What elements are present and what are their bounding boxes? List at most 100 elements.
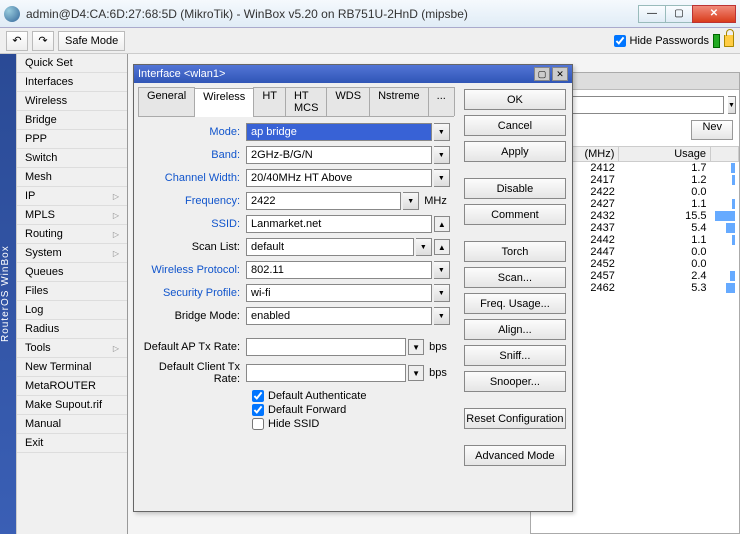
sidebar-item-tools[interactable]: Tools▷	[17, 339, 127, 358]
sidebar-item-quick-set[interactable]: Quick Set	[17, 54, 127, 73]
toolbar: ↶ ↷ Safe Mode Hide Passwords	[0, 28, 740, 54]
sidebar-menu: Quick SetInterfacesWirelessBridgePPPSwit…	[16, 54, 127, 534]
mode-input[interactable]	[246, 123, 432, 141]
chwidth-dropdown[interactable]: ▼	[434, 169, 450, 187]
wireless-form: Mode: ▼ Band: ▼ Channel Width: ▼ Frequen…	[138, 117, 454, 436]
mode-dropdown[interactable]: ▼	[434, 123, 450, 141]
hide-passwords-checkbox[interactable]	[614, 35, 626, 47]
reset-config-button[interactable]: Reset Configuration	[464, 408, 566, 429]
maximize-button[interactable]: ▢	[665, 5, 693, 23]
sidebar-item-log[interactable]: Log	[17, 301, 127, 320]
redo-button[interactable]: ↷	[32, 31, 54, 51]
band-label: Band:	[142, 149, 246, 161]
cancel-button[interactable]: Cancel	[464, 115, 566, 136]
sniff-button[interactable]: Sniff...	[464, 345, 566, 366]
sidebar-item-make-supout-rif[interactable]: Make Supout.rif	[17, 396, 127, 415]
aptx-label: Default AP Tx Rate:	[142, 341, 246, 353]
sidebar-item-new-terminal[interactable]: New Terminal	[17, 358, 127, 377]
submenu-arrow-icon: ▷	[113, 192, 119, 201]
snooper-button[interactable]: Snooper...	[464, 371, 566, 392]
sidebar-item-files[interactable]: Files	[17, 282, 127, 301]
sidebar-item-exit[interactable]: Exit	[17, 434, 127, 453]
band-input[interactable]	[246, 146, 432, 164]
dialog-tabs: GeneralWirelessHTHT MCSWDSNstreme...	[138, 87, 454, 117]
bridgemode-label: Bridge Mode:	[142, 310, 246, 322]
tab--[interactable]: ...	[428, 87, 455, 116]
tab-wds[interactable]: WDS	[326, 87, 370, 116]
freq-usage-button[interactable]: Freq. Usage...	[464, 293, 566, 314]
tab-nstreme[interactable]: Nstreme	[369, 87, 429, 116]
col-usage[interactable]: Usage	[619, 147, 711, 162]
sidebar-item-mesh[interactable]: Mesh	[17, 168, 127, 187]
sidebar-item-radius[interactable]: Radius	[17, 320, 127, 339]
ssid-collapse-button[interactable]: ▲	[434, 216, 450, 232]
safe-mode-button[interactable]: Safe Mode	[58, 31, 125, 51]
sidebar-item-ppp[interactable]: PPP	[17, 130, 127, 149]
hide-passwords-toggle[interactable]: Hide Passwords	[614, 35, 709, 47]
secprof-input[interactable]	[246, 284, 432, 302]
default-forward-check[interactable]: Default Forward	[252, 404, 450, 416]
ok-button[interactable]: OK	[464, 89, 566, 110]
close-button[interactable]: ✕	[692, 5, 736, 23]
tab-wireless[interactable]: Wireless	[194, 88, 254, 117]
tab-ht[interactable]: HT	[253, 87, 286, 116]
submenu-arrow-icon: ▷	[113, 211, 119, 220]
tab-ht-mcs[interactable]: HT MCS	[285, 87, 327, 116]
sidebar-item-metarouter[interactable]: MetaROUTER	[17, 377, 127, 396]
dialog-max-button[interactable]: ▢	[534, 67, 550, 81]
scanlist-dropdown[interactable]: ▼	[416, 238, 432, 256]
align-button[interactable]: Align...	[464, 319, 566, 340]
bridgemode-input[interactable]	[246, 307, 432, 325]
submenu-arrow-icon: ▷	[113, 230, 119, 239]
sidebar-item-interfaces[interactable]: Interfaces	[17, 73, 127, 92]
band-dropdown[interactable]: ▼	[434, 146, 450, 164]
ssid-input[interactable]	[246, 215, 432, 233]
secprof-dropdown[interactable]: ▼	[434, 284, 450, 302]
freq-dropdown[interactable]: ▼	[403, 192, 419, 210]
aptx-expand-button[interactable]: ▼	[408, 339, 424, 355]
aptx-unit: bps	[426, 341, 450, 353]
sidebar-item-routing[interactable]: Routing▷	[17, 225, 127, 244]
disable-button[interactable]: Disable	[464, 178, 566, 199]
dialog-title: Interface <wlan1>	[138, 68, 532, 80]
sidebar-item-system[interactable]: System▷	[17, 244, 127, 263]
scan-button[interactable]: Scan...	[464, 267, 566, 288]
minimize-button[interactable]: —	[638, 5, 666, 23]
sidebar-item-wireless[interactable]: Wireless	[17, 92, 127, 111]
sidebar-item-switch[interactable]: Switch	[17, 149, 127, 168]
advanced-mode-button[interactable]: Advanced Mode	[464, 445, 566, 466]
sidebar-item-manual[interactable]: Manual	[17, 415, 127, 434]
interface-dialog: Interface <wlan1> ▢ ✕ GeneralWirelessHTH…	[133, 64, 573, 512]
default-auth-check[interactable]: Default Authenticate	[252, 390, 450, 402]
ssid-label: SSID:	[142, 218, 246, 230]
wproto-input[interactable]	[246, 261, 432, 279]
bg-input-dropdown[interactable]: ▼	[728, 96, 736, 114]
sidebar-item-mpls[interactable]: MPLS▷	[17, 206, 127, 225]
aptx-input[interactable]	[246, 338, 406, 356]
scanlist-collapse-button[interactable]: ▲	[434, 239, 450, 255]
sidebar-item-ip[interactable]: IP▷	[17, 187, 127, 206]
apply-button[interactable]: Apply	[464, 141, 566, 162]
bridgemode-dropdown[interactable]: ▼	[434, 307, 450, 325]
scanlist-input[interactable]	[246, 238, 414, 256]
dialog-close-button[interactable]: ✕	[552, 67, 568, 81]
comment-button[interactable]: Comment	[464, 204, 566, 225]
freq-label: Frequency:	[142, 195, 246, 207]
bg-new-button[interactable]: Nev	[691, 120, 733, 140]
dialog-titlebar[interactable]: Interface <wlan1> ▢ ✕	[134, 65, 572, 83]
freq-input[interactable]	[246, 192, 401, 210]
clienttx-expand-button[interactable]: ▼	[408, 365, 424, 381]
hide-ssid-check[interactable]: Hide SSID	[252, 418, 450, 430]
hide-passwords-label: Hide Passwords	[630, 35, 709, 47]
sidebar-item-bridge[interactable]: Bridge	[17, 111, 127, 130]
clienttx-input[interactable]	[246, 364, 406, 382]
sidebar-rail: RouterOS WinBox	[0, 54, 16, 534]
chwidth-input[interactable]	[246, 169, 432, 187]
tab-general[interactable]: General	[138, 87, 195, 116]
wproto-dropdown[interactable]: ▼	[434, 261, 450, 279]
chwidth-label: Channel Width:	[142, 172, 246, 184]
undo-button[interactable]: ↶	[6, 31, 28, 51]
sidebar-item-queues[interactable]: Queues	[17, 263, 127, 282]
wproto-label: Wireless Protocol:	[142, 264, 246, 276]
torch-button[interactable]: Torch	[464, 241, 566, 262]
